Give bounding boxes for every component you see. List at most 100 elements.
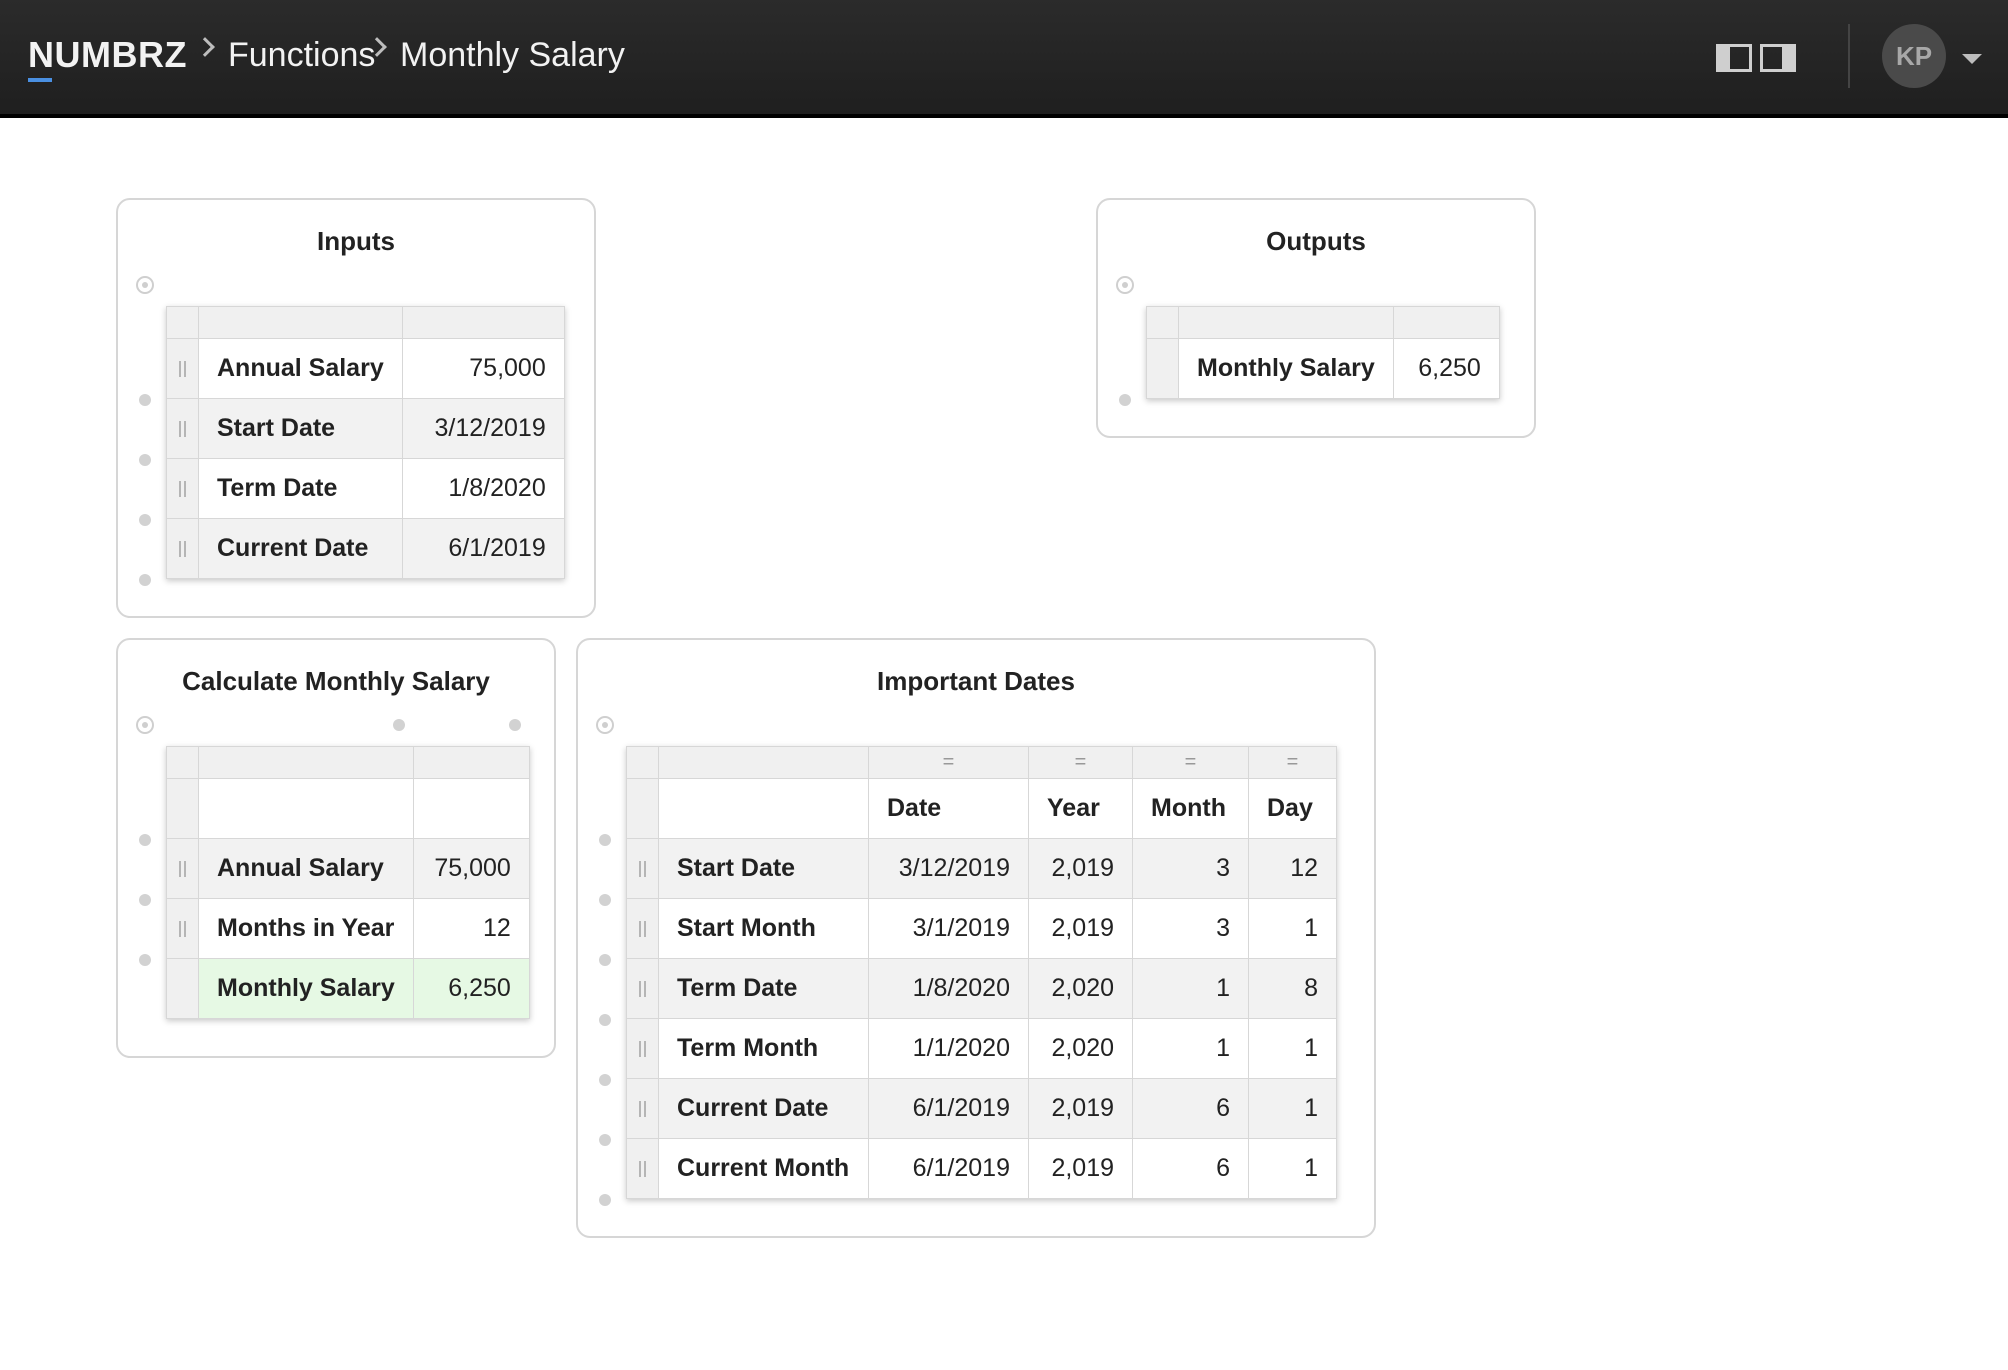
- row-label[interactable]: Monthly Salary: [1178, 338, 1394, 399]
- row-port[interactable]: [1119, 394, 1131, 406]
- column-header[interactable]: [198, 746, 414, 779]
- value-cell[interactable]: 6,250: [1392, 338, 1500, 399]
- formula-marker[interactable]: =: [868, 746, 1029, 779]
- row-port[interactable]: [599, 954, 611, 966]
- column-header[interactable]: [198, 306, 403, 339]
- drag-handle[interactable]: [166, 398, 199, 459]
- year-cell[interactable]: 2,019: [1028, 898, 1133, 959]
- drag-handle[interactable]: [166, 518, 199, 579]
- value-cell[interactable]: 75,000: [401, 338, 565, 399]
- formula-marker[interactable]: =: [1028, 746, 1133, 779]
- day-cell[interactable]: 12: [1248, 838, 1337, 899]
- column-header[interactable]: [1392, 306, 1500, 339]
- month-cell[interactable]: 1: [1132, 958, 1249, 1019]
- day-cell[interactable]: 8: [1248, 958, 1337, 1019]
- row-port[interactable]: [599, 1014, 611, 1026]
- year-cell[interactable]: 2,020: [1028, 1018, 1133, 1079]
- row-port[interactable]: [139, 574, 151, 586]
- column-label-year[interactable]: Year: [1028, 778, 1133, 839]
- brand-logo[interactable]: NUMBRZ: [28, 34, 187, 76]
- date-cell[interactable]: 1/8/2020: [868, 958, 1029, 1019]
- day-cell[interactable]: 1: [1248, 1138, 1337, 1199]
- row-label[interactable]: Start Date: [198, 398, 403, 459]
- drag-handle[interactable]: [626, 1078, 659, 1139]
- column-header[interactable]: [401, 306, 565, 339]
- day-cell[interactable]: 1: [1248, 898, 1337, 959]
- block-port[interactable]: [136, 716, 154, 734]
- day-cell[interactable]: 1: [1248, 1078, 1337, 1139]
- column-header[interactable]: [658, 746, 869, 779]
- value-cell[interactable]: 3/12/2019: [401, 398, 565, 459]
- row-port[interactable]: [139, 394, 151, 406]
- value-cell[interactable]: 12: [412, 898, 530, 959]
- column-port[interactable]: [509, 719, 521, 731]
- avatar[interactable]: KP: [1882, 24, 1946, 88]
- right-pane-toggle-icon[interactable]: [1760, 44, 1796, 72]
- block-port[interactable]: [136, 276, 154, 294]
- row-port[interactable]: [139, 894, 151, 906]
- row-port[interactable]: [599, 834, 611, 846]
- row-label[interactable]: Current Date: [658, 1078, 869, 1139]
- month-cell[interactable]: 3: [1132, 898, 1249, 959]
- value-cell[interactable]: 75,000: [412, 838, 530, 899]
- column-header[interactable]: [412, 746, 530, 779]
- year-cell[interactable]: 2,019: [1028, 1078, 1133, 1139]
- year-cell[interactable]: 2,019: [1028, 838, 1133, 899]
- date-cell[interactable]: 3/1/2019: [868, 898, 1029, 959]
- value-cell[interactable]: 6,250: [412, 958, 530, 1019]
- row-port[interactable]: [139, 954, 151, 966]
- row-port[interactable]: [139, 454, 151, 466]
- column-label-day[interactable]: Day: [1248, 778, 1337, 839]
- drag-handle[interactable]: [166, 338, 199, 399]
- row-port[interactable]: [599, 1134, 611, 1146]
- row-label[interactable]: Start Date: [658, 838, 869, 899]
- row-label[interactable]: Annual Salary: [198, 338, 403, 399]
- month-cell[interactable]: 1: [1132, 1018, 1249, 1079]
- column-header[interactable]: [1178, 306, 1394, 339]
- date-cell[interactable]: 6/1/2019: [868, 1078, 1029, 1139]
- formula-marker[interactable]: =: [1132, 746, 1249, 779]
- header-cell[interactable]: [412, 778, 530, 839]
- row-label[interactable]: Term Month: [658, 1018, 869, 1079]
- value-cell[interactable]: 6/1/2019: [401, 518, 565, 579]
- drag-handle[interactable]: [626, 1138, 659, 1199]
- drag-handle[interactable]: [626, 958, 659, 1019]
- column-label-month[interactable]: Month: [1132, 778, 1249, 839]
- row-label[interactable]: Term Date: [198, 458, 403, 519]
- header-cell[interactable]: [198, 778, 414, 839]
- row-label[interactable]: Current Month: [658, 1138, 869, 1199]
- date-cell[interactable]: 6/1/2019: [868, 1138, 1029, 1199]
- day-cell[interactable]: 1: [1248, 1018, 1337, 1079]
- header-cell[interactable]: [658, 778, 869, 839]
- row-port[interactable]: [599, 1194, 611, 1206]
- month-cell[interactable]: 6: [1132, 1078, 1249, 1139]
- row-label[interactable]: Term Date: [658, 958, 869, 1019]
- drag-handle[interactable]: [166, 458, 199, 519]
- row-port[interactable]: [599, 894, 611, 906]
- date-cell[interactable]: 1/1/2020: [868, 1018, 1029, 1079]
- row-port[interactable]: [139, 834, 151, 846]
- block-port[interactable]: [596, 716, 614, 734]
- column-port[interactable]: [393, 719, 405, 731]
- date-cell[interactable]: 3/12/2019: [868, 838, 1029, 899]
- year-cell[interactable]: 2,020: [1028, 958, 1133, 1019]
- row-port[interactable]: [139, 514, 151, 526]
- year-cell[interactable]: 2,019: [1028, 1138, 1133, 1199]
- chevron-down-icon[interactable]: [1962, 54, 1982, 64]
- row-label[interactable]: Monthly Salary: [198, 958, 414, 1019]
- row-port[interactable]: [599, 1074, 611, 1086]
- formula-marker[interactable]: =: [1248, 746, 1337, 779]
- drag-handle[interactable]: [626, 1018, 659, 1079]
- row-label[interactable]: Start Month: [658, 898, 869, 959]
- drag-handle[interactable]: [626, 838, 659, 899]
- row-label[interactable]: Annual Salary: [198, 838, 414, 899]
- left-pane-toggle-icon[interactable]: [1716, 44, 1752, 72]
- month-cell[interactable]: 3: [1132, 838, 1249, 899]
- column-label-date[interactable]: Date: [868, 778, 1029, 839]
- block-port[interactable]: [1116, 276, 1134, 294]
- drag-handle[interactable]: [166, 838, 199, 899]
- drag-handle[interactable]: [166, 898, 199, 959]
- breadcrumb-functions[interactable]: Functions: [228, 36, 375, 75]
- month-cell[interactable]: 6: [1132, 1138, 1249, 1199]
- row-label[interactable]: Current Date: [198, 518, 403, 579]
